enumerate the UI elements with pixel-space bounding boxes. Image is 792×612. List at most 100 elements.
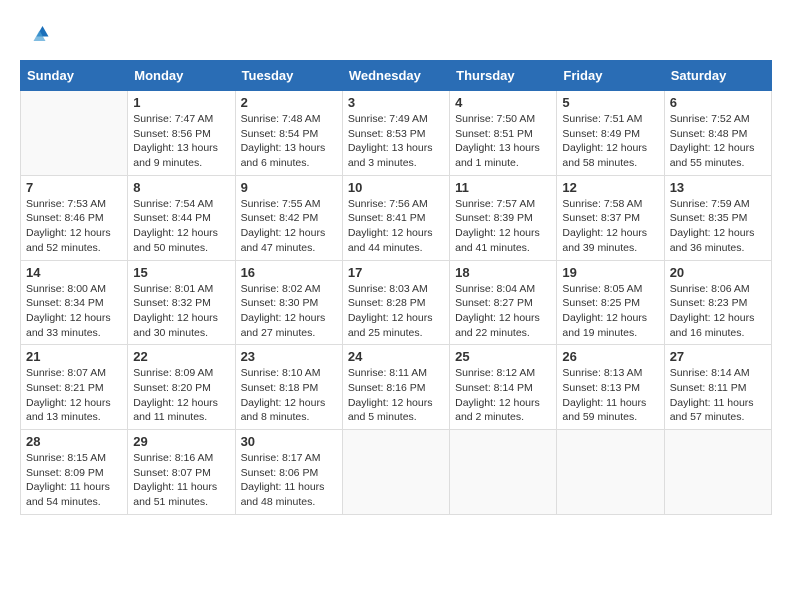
day-info: Sunrise: 8:11 AM Sunset: 8:16 PM Dayligh… [348,366,444,425]
calendar-cell: 10Sunrise: 7:56 AM Sunset: 8:41 PM Dayli… [342,175,449,260]
day-info: Sunrise: 8:05 AM Sunset: 8:25 PM Dayligh… [562,282,658,341]
day-info: Sunrise: 8:09 AM Sunset: 8:20 PM Dayligh… [133,366,229,425]
calendar-cell: 22 Sunrise: 8:09 AM Sunset: 8:20 PM Dayli… [128,345,235,430]
weekday-header: Friday [557,61,664,91]
day-number: 29 [133,434,229,449]
calendar-cell [342,430,449,515]
day-info: Sunrise: 8:07 AM Sunset: 8:21 PM Dayligh… [26,366,122,425]
day-info: Sunrise: 7:52 AM Sunset: 8:48 PM Dayligh… [670,112,766,171]
day-info: Sunrise: 7:48 AM Sunset: 8:54 PM Dayligh… [241,112,337,171]
calendar-cell: 1 Sunrise: 7:47 AM Sunset: 8:56 PM Daylig… [128,91,235,176]
day-number: 4 [455,95,551,110]
day-number: 19 [562,265,658,280]
day-info: Sunrise: 8:15 AM Sunset: 8:09 PM Dayligh… [26,451,122,510]
day-number: 21 [26,349,122,364]
day-number: 3 [348,95,444,110]
weekday-header: Monday [128,61,235,91]
day-info: Sunrise: 8:02 AM Sunset: 8:30 PM Dayligh… [241,282,337,341]
day-number: 13 [670,180,766,195]
logo-icon [20,20,50,50]
calendar-cell: 14 Sunrise: 8:00 AM Sunset: 8:34 PM Dayli… [21,260,128,345]
day-number: 15 [133,265,229,280]
logo [20,20,54,50]
day-number: 5 [562,95,658,110]
calendar-cell: 3 Sunrise: 7:49 AM Sunset: 8:53 PM Daylig… [342,91,449,176]
calendar-cell [664,430,771,515]
calendar-cell: 20 Sunrise: 8:06 AM Sunset: 8:23 PM Dayli… [664,260,771,345]
weekday-header-row: SundayMondayTuesdayWednesdayThursdayFrid… [21,61,772,91]
day-number: 7 [26,180,122,195]
day-number: 14 [26,265,122,280]
day-number: 28 [26,434,122,449]
day-info: Sunrise: 8:03 AM Sunset: 8:28 PM Dayligh… [348,282,444,341]
weekday-header: Tuesday [235,61,342,91]
calendar-cell: 27 Sunrise: 8:14 AM Sunset: 8:11 PM Dayli… [664,345,771,430]
day-number: 18 [455,265,551,280]
day-number: 20 [670,265,766,280]
calendar-cell: 24 Sunrise: 8:11 AM Sunset: 8:16 PM Dayli… [342,345,449,430]
calendar-cell: 6 Sunrise: 7:52 AM Sunset: 8:48 PM Daylig… [664,91,771,176]
calendar-cell: 28 Sunrise: 8:15 AM Sunset: 8:09 PM Dayli… [21,430,128,515]
day-info: Sunrise: 7:53 AM Sunset: 8:46 PM Dayligh… [26,197,122,256]
calendar-cell: 11 Sunrise: 7:57 AM Sunset: 8:39 PM Dayli… [450,175,557,260]
calendar-cell: 25 Sunrise: 8:12 AM Sunset: 8:14 PM Dayli… [450,345,557,430]
calendar-cell: 17 Sunrise: 8:03 AM Sunset: 8:28 PM Dayli… [342,260,449,345]
day-number: 2 [241,95,337,110]
day-number: 22 [133,349,229,364]
day-info: Sunrise: 8:01 AM Sunset: 8:32 PM Dayligh… [133,282,229,341]
day-info: Sunrise: 7:54 AM Sunset: 8:44 PM Dayligh… [133,197,229,256]
calendar-cell: 12Sunrise: 7:58 AM Sunset: 8:37 PM Dayli… [557,175,664,260]
day-number: 27 [670,349,766,364]
calendar-cell: 8 Sunrise: 7:54 AM Sunset: 8:44 PM Daylig… [128,175,235,260]
day-info: Sunrise: 8:00 AM Sunset: 8:34 PM Dayligh… [26,282,122,341]
calendar-cell: 21 Sunrise: 8:07 AM Sunset: 8:21 PM Dayli… [21,345,128,430]
calendar-week-row: 28 Sunrise: 8:15 AM Sunset: 8:09 PM Dayli… [21,430,772,515]
weekday-header: Wednesday [342,61,449,91]
day-info: Sunrise: 7:47 AM Sunset: 8:56 PM Dayligh… [133,112,229,171]
calendar-week-row: 1 Sunrise: 7:47 AM Sunset: 8:56 PM Daylig… [21,91,772,176]
day-info: Sunrise: 7:59 AM Sunset: 8:35 PM Dayligh… [670,197,766,256]
weekday-header: Thursday [450,61,557,91]
day-number: 10 [348,180,444,195]
day-info: Sunrise: 7:51 AM Sunset: 8:49 PM Dayligh… [562,112,658,171]
calendar-cell: 23 Sunrise: 8:10 AM Sunset: 8:18 PM Dayli… [235,345,342,430]
day-info: Sunrise: 7:57 AM Sunset: 8:39 PM Dayligh… [455,197,551,256]
calendar-cell: 4 Sunrise: 7:50 AM Sunset: 8:51 PM Daylig… [450,91,557,176]
calendar-cell [21,91,128,176]
calendar-cell: 30Sunrise: 8:17 AM Sunset: 8:06 PM Dayli… [235,430,342,515]
calendar-cell: 9 Sunrise: 7:55 AM Sunset: 8:42 PM Daylig… [235,175,342,260]
calendar-cell: 7 Sunrise: 7:53 AM Sunset: 8:46 PM Daylig… [21,175,128,260]
calendar-table: SundayMondayTuesdayWednesdayThursdayFrid… [20,60,772,515]
day-info: Sunrise: 8:16 AM Sunset: 8:07 PM Dayligh… [133,451,229,510]
calendar-cell: 16 Sunrise: 8:02 AM Sunset: 8:30 PM Dayli… [235,260,342,345]
day-info: Sunrise: 8:12 AM Sunset: 8:14 PM Dayligh… [455,366,551,425]
day-info: Sunrise: 8:14 AM Sunset: 8:11 PM Dayligh… [670,366,766,425]
day-info: Sunrise: 8:04 AM Sunset: 8:27 PM Dayligh… [455,282,551,341]
day-number: 6 [670,95,766,110]
weekday-header: Sunday [21,61,128,91]
calendar-cell: 2 Sunrise: 7:48 AM Sunset: 8:54 PM Daylig… [235,91,342,176]
day-number: 9 [241,180,337,195]
calendar-cell [450,430,557,515]
day-number: 24 [348,349,444,364]
day-number: 25 [455,349,551,364]
calendar-cell: 13 Sunrise: 7:59 AM Sunset: 8:35 PM Dayli… [664,175,771,260]
day-number: 8 [133,180,229,195]
day-info: Sunrise: 7:55 AM Sunset: 8:42 PM Dayligh… [241,197,337,256]
page-header [20,20,772,50]
day-number: 17 [348,265,444,280]
day-info: Sunrise: 8:06 AM Sunset: 8:23 PM Dayligh… [670,282,766,341]
day-info: Sunrise: 7:49 AM Sunset: 8:53 PM Dayligh… [348,112,444,171]
day-number: 11 [455,180,551,195]
calendar-week-row: 14 Sunrise: 8:00 AM Sunset: 8:34 PM Dayli… [21,260,772,345]
calendar-cell: 15 Sunrise: 8:01 AM Sunset: 8:32 PM Dayli… [128,260,235,345]
day-number: 23 [241,349,337,364]
day-number: 1 [133,95,229,110]
day-info: Sunrise: 7:50 AM Sunset: 8:51 PM Dayligh… [455,112,551,171]
day-number: 26 [562,349,658,364]
calendar-week-row: 21 Sunrise: 8:07 AM Sunset: 8:21 PM Dayli… [21,345,772,430]
day-number: 16 [241,265,337,280]
calendar-week-row: 7 Sunrise: 7:53 AM Sunset: 8:46 PM Daylig… [21,175,772,260]
day-number: 12 [562,180,658,195]
day-info: Sunrise: 8:10 AM Sunset: 8:18 PM Dayligh… [241,366,337,425]
